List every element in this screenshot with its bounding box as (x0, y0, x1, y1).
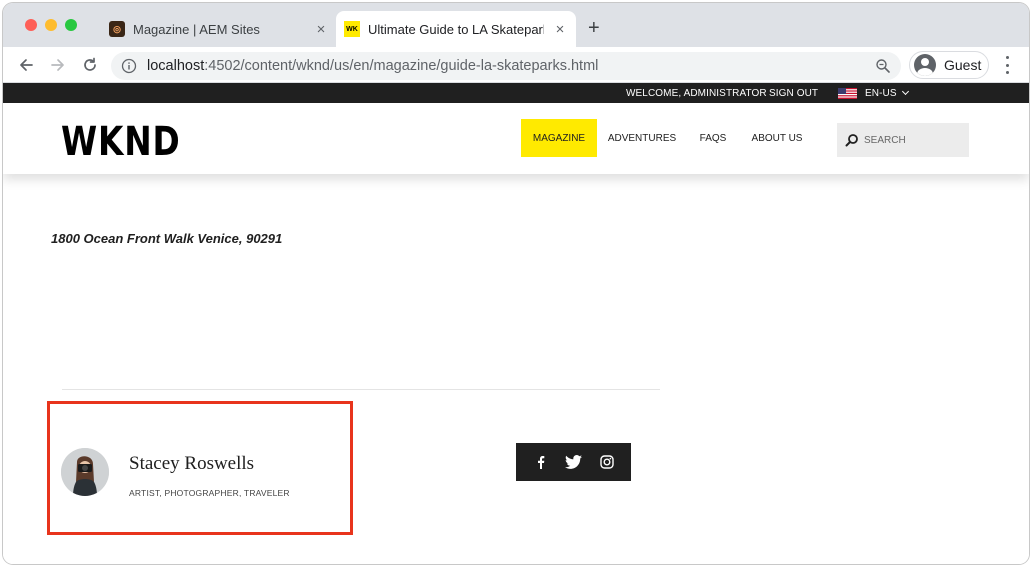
profile-label: Guest (944, 57, 982, 73)
instagram-share-button[interactable] (597, 452, 617, 472)
social-share-bar (516, 443, 631, 481)
search-icon (845, 134, 858, 147)
author-name[interactable]: Stacey Roswells (129, 453, 254, 475)
author-avatar (61, 448, 109, 496)
arrow-left-icon (20, 59, 33, 71)
close-window-button[interactable] (25, 19, 37, 31)
back-button[interactable] (15, 54, 37, 76)
browser-toolbar: localhost:4502/content/wknd/us/en/magazi… (3, 47, 1029, 83)
maximize-window-button[interactable] (65, 19, 77, 31)
site-header: WKND MAGAZINE ADVENTURES FAQS ABOUT US (3, 103, 1029, 174)
search-box[interactable] (837, 123, 969, 157)
info-icon[interactable] (121, 58, 137, 74)
reload-button[interactable] (79, 54, 101, 76)
tab-title: Ultimate Guide to LA Skateparks (368, 21, 544, 37)
nav-item-adventures[interactable]: ADVENTURES (601, 119, 683, 157)
url-host: localhost (147, 58, 205, 74)
url-text[interactable]: localhost:4502/content/wknd/us/en/magazi… (147, 58, 598, 74)
author-title: ARTIST, PHOTOGRAPHER, TRAVELER (129, 488, 290, 498)
minimize-window-button[interactable] (45, 19, 57, 31)
facebook-share-button[interactable] (531, 452, 551, 472)
nav-item-faqs[interactable]: FAQS (687, 119, 739, 157)
chevron-down-icon (901, 87, 909, 96)
profile-button[interactable]: Guest (909, 51, 989, 79)
avatar (914, 54, 936, 76)
search-input[interactable] (864, 134, 964, 146)
close-icon[interactable]: × (313, 21, 329, 38)
us-flag-icon (838, 88, 857, 99)
tab-strip: ◎ Magazine | AEM Sites × WK Ultimate Gui… (3, 3, 1029, 47)
url-path: :4502/content/wknd/us/en/magazine/guide-… (204, 58, 599, 74)
new-tab-button[interactable]: + (588, 18, 600, 38)
welcome-text: WELCOME, ADMINISTRATOR (626, 88, 767, 99)
wknd-icon: WK (344, 21, 360, 37)
nav-item-magazine[interactable]: MAGAZINE (521, 119, 597, 157)
address-bar[interactable]: localhost:4502/content/wknd/us/en/magazi… (111, 52, 901, 80)
instagram-icon (599, 455, 614, 469)
author-photo (61, 448, 109, 496)
tab-magazine[interactable]: ◎ Magazine | AEM Sites × (101, 11, 337, 47)
close-icon[interactable]: × (552, 21, 568, 38)
tab-title: Magazine | AEM Sites (133, 21, 260, 37)
aem-icon: ◎ (109, 21, 125, 37)
nav-item-about-us[interactable]: ABOUT US (743, 119, 811, 157)
browser-window: ◎ Magazine | AEM Sites × WK Ultimate Gui… (3, 3, 1029, 564)
web-page: WELCOME, ADMINISTRATOR SIGN OUT EN-US WK… (3, 83, 1029, 564)
language-label: EN-US (865, 88, 897, 99)
twitter-share-button[interactable] (564, 452, 584, 472)
facebook-icon (537, 456, 544, 469)
zoom-icon[interactable] (875, 58, 891, 74)
utility-bar: WELCOME, ADMINISTRATOR SIGN OUT EN-US (3, 83, 1029, 103)
forward-button[interactable] (47, 54, 69, 76)
wknd-logo[interactable]: WKND (61, 119, 181, 165)
address-text: 1800 Ocean Front Walk Venice, 90291 (51, 231, 283, 246)
sign-out-link[interactable]: SIGN OUT (769, 88, 818, 99)
tab-skateparks[interactable]: WK Ultimate Guide to LA Skateparks × (336, 11, 576, 47)
language-selector[interactable]: EN-US (865, 87, 909, 99)
more-menu-icon[interactable] (999, 56, 1015, 74)
twitter-icon (565, 455, 582, 469)
arrow-right-icon (51, 59, 64, 71)
divider (62, 389, 660, 390)
reload-icon (84, 57, 96, 71)
